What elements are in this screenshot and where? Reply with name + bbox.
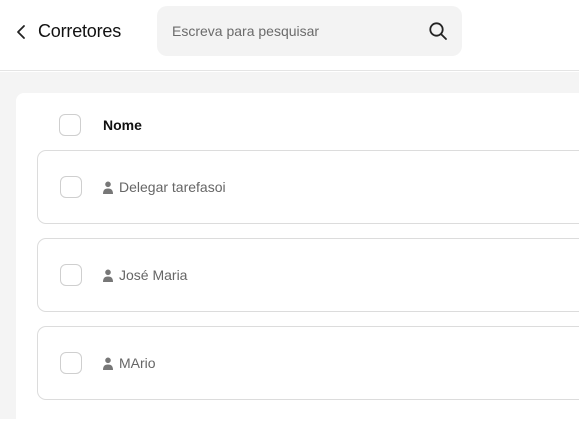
row-checkbox[interactable]: [60, 264, 82, 286]
search-input[interactable]: [172, 6, 422, 56]
person-icon: [103, 181, 113, 194]
table-row[interactable]: José Maria: [37, 238, 579, 312]
select-all-checkbox[interactable]: [59, 114, 81, 136]
search-box: [157, 6, 462, 56]
row-checkbox[interactable]: [60, 352, 82, 374]
row-checkbox[interactable]: [60, 176, 82, 198]
brokers-table: Nome Delegar tarefasoi José Maria MArio: [16, 93, 579, 433]
row-name: Delegar tarefasoi: [119, 179, 226, 195]
row-name: MArio: [119, 355, 156, 371]
row-name: José Maria: [119, 267, 188, 283]
person-icon: [103, 357, 113, 370]
content-area: Nome Delegar tarefasoi José Maria MArio: [0, 72, 579, 433]
search-icon[interactable]: [428, 21, 448, 41]
table-row[interactable]: Delegar tarefasoi: [37, 150, 579, 224]
chevron-left-icon: [17, 25, 25, 39]
top-bar: Corretores: [0, 0, 579, 71]
column-header-name: Nome: [103, 117, 142, 133]
back-button[interactable]: [10, 22, 32, 42]
table-row[interactable]: MArio: [37, 326, 579, 400]
person-icon: [103, 269, 113, 282]
page-title: Corretores: [38, 21, 122, 41]
